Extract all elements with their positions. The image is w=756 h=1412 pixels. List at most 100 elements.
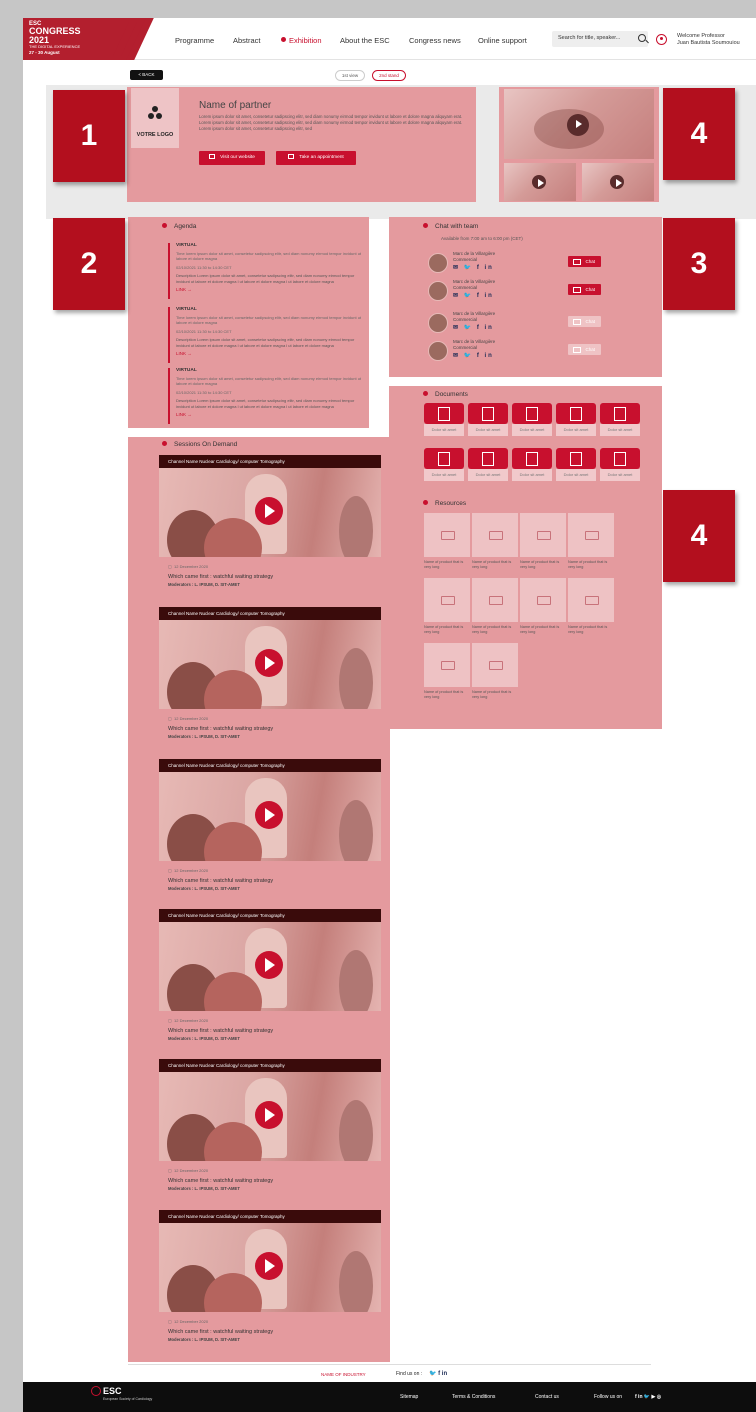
resource-card[interactable]: Name of product that is very long xyxy=(424,578,470,635)
resource-label: Name of product that is very long xyxy=(424,690,464,699)
session-video[interactable] xyxy=(159,468,381,557)
member-social-icons[interactable]: ✉ 🐦 f in xyxy=(453,324,494,331)
session-card[interactable]: Channel Name Nuclear Cardiology/ compute… xyxy=(159,607,417,757)
badge-4-top: 4 xyxy=(663,88,735,180)
nav-online-support[interactable]: Online support xyxy=(478,36,527,45)
chat-button[interactable]: Chat xyxy=(568,256,601,267)
view-toggle-1st[interactable]: 1st view xyxy=(335,70,365,81)
session-card[interactable]: Channel Name Nuclear Cardiology/ compute… xyxy=(159,909,417,1059)
resource-label: Name of product that is very long xyxy=(424,625,464,634)
play-icon[interactable] xyxy=(255,951,283,979)
pdf-icon xyxy=(468,448,508,469)
session-card[interactable]: Channel Name Nuclear Cardiology/ compute… xyxy=(159,1059,417,1209)
document-card[interactable]: Dolor sit amet xyxy=(600,403,640,436)
pdf-icon xyxy=(556,403,596,424)
badge-3: 3 xyxy=(663,218,735,310)
agenda-item-link[interactable]: LINK → xyxy=(176,287,368,292)
active-dot-icon xyxy=(281,37,286,42)
site-footer: ESC European Society of Cardiology Sitem… xyxy=(23,1382,756,1412)
document-card[interactable]: Dolor sit amet xyxy=(468,448,508,481)
document-card[interactable]: Dolor sit amet xyxy=(424,448,464,481)
document-card[interactable]: Dolor sit amet xyxy=(556,403,596,436)
external-link-icon xyxy=(209,154,216,159)
play-icon[interactable] xyxy=(255,1252,283,1280)
session-video[interactable] xyxy=(159,772,381,861)
play-icon[interactable] xyxy=(567,114,589,136)
document-card[interactable]: Dolor sit amet xyxy=(424,403,464,436)
resource-card[interactable]: Name of product that is very long xyxy=(568,513,614,570)
follow-social-icons[interactable]: f in 🐦 ▶ ◎ xyxy=(635,1394,661,1400)
document-card[interactable]: Dolor sit amet xyxy=(468,403,508,436)
footer-link-contact[interactable]: Contact us xyxy=(535,1394,559,1400)
agenda-item-tag: VIRTUAL xyxy=(176,243,197,248)
search-input[interactable]: Search for title, speaker... xyxy=(552,31,648,47)
resource-card[interactable]: Name of product that is very long xyxy=(568,578,614,635)
resource-card[interactable]: Name of product that is very long xyxy=(472,578,518,635)
user-icon[interactable] xyxy=(656,34,667,45)
member-social-icons[interactable]: ✉ 🐦 f in xyxy=(453,264,494,271)
resource-card[interactable]: Name of product that is very long xyxy=(424,643,470,700)
find-us-social-icons[interactable]: 🐦 f in xyxy=(429,1370,447,1377)
nav-exhibition[interactable]: Exhibition xyxy=(281,36,322,45)
nav-congress-news[interactable]: Congress news xyxy=(409,36,461,45)
take-appointment-button[interactable]: Take an appointment xyxy=(276,151,356,165)
agenda-item-link[interactable]: LINK → xyxy=(176,412,368,417)
top-header: ESC CONGRESS 2021 THE DIGITAL EXPERIENCE… xyxy=(23,18,756,60)
session-video[interactable] xyxy=(159,922,381,1011)
welcome-text[interactable]: Welcome Professor Juan Bautista Soumouio… xyxy=(677,33,740,47)
document-card[interactable]: Dolor sit amet xyxy=(512,448,552,481)
resource-card[interactable]: Name of product that is very long xyxy=(520,578,566,635)
play-icon[interactable] xyxy=(255,649,283,677)
view-toggle-2nd[interactable]: 2nd stand xyxy=(372,70,406,81)
agenda-link-label: LINK xyxy=(176,286,187,292)
chat-member: Marc de la Villargière Commercial ✉ 🐦 f i… xyxy=(428,311,628,337)
document-card[interactable]: Dolor sit amet xyxy=(512,403,552,436)
video-thumbnail-3[interactable] xyxy=(582,163,654,201)
chat-button[interactable]: Chat xyxy=(568,284,601,295)
session-date: ▢ 12 December 2020 xyxy=(168,564,209,569)
agenda-item-desc: Description Lorem ipsum dolor sit amet, … xyxy=(176,273,355,284)
audience-figure xyxy=(339,800,373,861)
footer-link-sitemap[interactable]: Sitemap xyxy=(400,1394,418,1400)
back-button[interactable]: < BACK xyxy=(130,70,163,80)
play-icon[interactable] xyxy=(610,175,624,189)
member-social-icons[interactable]: ✉ 🐦 f in xyxy=(453,292,494,299)
session-moderators: Moderators : L. IPSUM, D. SIT-AMET xyxy=(168,1186,240,1191)
resource-label: Name of product that is very long xyxy=(520,625,560,634)
pdf-icon xyxy=(468,403,508,424)
session-card[interactable]: Channel Name Nuclear Cardiology/ compute… xyxy=(159,759,417,909)
member-social-icons[interactable]: ✉ 🐦 f in xyxy=(453,352,494,359)
product-image-icon xyxy=(424,643,470,687)
play-icon[interactable] xyxy=(255,801,283,829)
search-icon[interactable] xyxy=(638,34,646,42)
session-video[interactable] xyxy=(159,1072,381,1161)
session-video[interactable] xyxy=(159,620,381,709)
agenda-item-link[interactable]: LINK → xyxy=(176,351,368,356)
resource-card[interactable]: Name of product that is very long xyxy=(472,513,518,570)
play-icon[interactable] xyxy=(255,497,283,525)
visit-website-button[interactable]: Visit our website xyxy=(199,151,265,165)
session-video[interactable] xyxy=(159,1223,381,1312)
session-card[interactable]: Channel Name Nuclear Cardiology/ compute… xyxy=(159,455,417,605)
resource-card[interactable]: Name of product that is very long xyxy=(472,643,518,700)
footer-link-terms[interactable]: Terms & Conditions xyxy=(452,1394,495,1400)
nav-about-esc[interactable]: About the ESC xyxy=(340,36,390,45)
avatar xyxy=(428,313,448,333)
nav-programme[interactable]: Programme xyxy=(175,36,214,45)
agenda-item-desc: Description Lorem ipsum dolor sit amet, … xyxy=(176,398,355,409)
play-icon[interactable] xyxy=(532,175,546,189)
resource-card[interactable]: Name of product that is very long xyxy=(424,513,470,570)
document-card[interactable]: Dolor sit amet xyxy=(556,448,596,481)
main-video-thumbnail[interactable] xyxy=(504,89,654,159)
video-thumbnail-2[interactable] xyxy=(504,163,576,201)
document-label: Dolor sit amet xyxy=(556,469,596,481)
pdf-icon xyxy=(600,403,640,424)
document-card[interactable]: Dolor sit amet xyxy=(600,448,640,481)
resource-card[interactable]: Name of product that is very long xyxy=(520,513,566,570)
session-card[interactable]: Channel Name Nuclear Cardiology/ compute… xyxy=(159,1210,417,1360)
nav-abstract[interactable]: Abstract xyxy=(233,36,261,45)
member-name: Marc de la Villargière Commercial xyxy=(453,279,495,291)
esc-logo-text[interactable]: ESC xyxy=(103,1386,122,1396)
play-icon[interactable] xyxy=(255,1101,283,1129)
agenda-item-title: Time lorem ipsum dolor sit amet, consete… xyxy=(176,315,362,326)
